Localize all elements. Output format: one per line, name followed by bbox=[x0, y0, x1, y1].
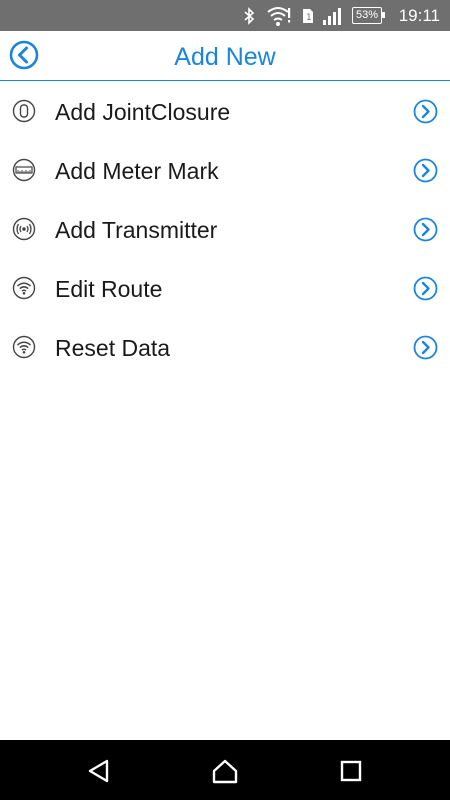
menu-item-label: Reset Data bbox=[55, 335, 171, 361]
menu-item-reset-data[interactable]: Reset Data bbox=[0, 318, 450, 377]
menu-item-edit-route[interactable]: Edit Route bbox=[0, 259, 450, 318]
menu-item-add-meter-mark[interactable]: Add Meter Mark bbox=[0, 141, 450, 200]
nav-home-button[interactable] bbox=[212, 758, 238, 784]
home-icon bbox=[212, 759, 238, 784]
app-header: Add New bbox=[0, 31, 450, 81]
sim-icon: 1 bbox=[302, 0, 314, 31]
nav-back-button[interactable] bbox=[86, 758, 112, 784]
transmitter-icon bbox=[12, 217, 36, 241]
menu-item-add-jointclosure[interactable]: Add JointClosure bbox=[0, 82, 450, 141]
menu-item-add-transmitter[interactable]: Add Transmitter bbox=[0, 200, 450, 259]
bluetooth-icon bbox=[243, 0, 255, 31]
menu-item-label: Add Transmitter bbox=[55, 217, 218, 243]
menu-item-label: Edit Route bbox=[55, 276, 163, 302]
wifi-alert-icon bbox=[266, 0, 292, 31]
status-bar: 1 53% 19:11 bbox=[0, 0, 450, 31]
wifi-icon bbox=[12, 276, 36, 300]
chevron-right-icon[interactable] bbox=[413, 217, 438, 242]
nav-recents-button[interactable] bbox=[338, 758, 364, 784]
chevron-right-icon[interactable] bbox=[413, 276, 438, 301]
svg-text:1: 1 bbox=[306, 13, 312, 23]
chevron-right-icon[interactable] bbox=[413, 335, 438, 360]
chevron-right-icon[interactable] bbox=[413, 158, 438, 183]
menu-item-label: Add JointClosure bbox=[55, 99, 231, 125]
page-title: Add New bbox=[174, 43, 276, 71]
joint-closure-icon bbox=[12, 99, 36, 123]
recents-icon bbox=[340, 760, 362, 782]
signal-icon bbox=[322, 0, 344, 31]
menu-item-label: Add Meter Mark bbox=[55, 158, 219, 184]
battery-percent: 53% bbox=[355, 9, 379, 21]
status-time: 19:11 bbox=[398, 6, 440, 25]
wifi-icon bbox=[12, 335, 36, 359]
chevron-right-icon[interactable] bbox=[413, 99, 438, 124]
nav-bar bbox=[0, 740, 450, 800]
menu-list: Add JointClosure Add Meter Mark Add Tran… bbox=[0, 82, 450, 377]
back-triangle-icon bbox=[88, 759, 109, 783]
meter-mark-icon bbox=[12, 158, 36, 182]
battery-indicator: 53% bbox=[352, 7, 385, 24]
